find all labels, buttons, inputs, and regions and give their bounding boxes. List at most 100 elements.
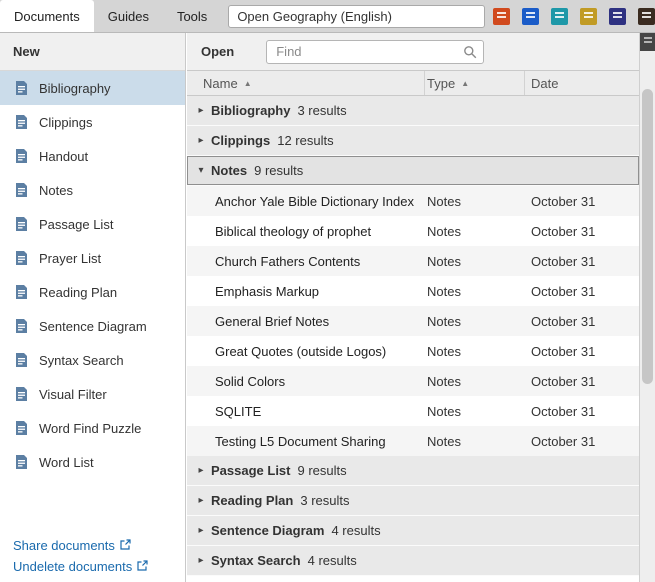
shortcut-icons	[493, 7, 655, 25]
clippings-icon	[14, 114, 29, 130]
shortcut-book-purple-icon[interactable]	[609, 7, 626, 25]
sidebar-item-bibliography[interactable]: Bibliography	[0, 71, 185, 105]
caret-collapsed-icon[interactable]: ▸	[194, 465, 208, 476]
document-type: Notes	[427, 283, 461, 299]
group-label: Reading Plan	[211, 493, 294, 508]
caret-collapsed-icon[interactable]: ▸	[194, 495, 208, 506]
column-name-label: Name	[203, 75, 238, 91]
sidebar-item-clippings[interactable]: Clippings	[0, 105, 185, 139]
column-header-type[interactable]: Type ▲	[425, 71, 525, 95]
sort-ascending-icon: ▲	[243, 78, 252, 88]
group-count: 4 results	[307, 553, 357, 568]
document-date: October 31	[531, 283, 596, 299]
caret-collapsed-icon[interactable]: ▸	[194, 525, 208, 536]
sidebar-item-sentence-diagram[interactable]: Sentence Diagram	[0, 309, 185, 343]
sidebar-item-label: Passage List	[39, 216, 114, 232]
sidebar-item-word-find-puzzle[interactable]: Word Find Puzzle	[0, 411, 185, 445]
document-row-church-fathers-contents[interactable]: Church Fathers Contents Notes October 31	[187, 246, 639, 276]
word-find-puzzle-icon	[14, 420, 29, 436]
tab-documents[interactable]: Documents	[0, 0, 94, 32]
sidebar-item-label: Prayer List	[39, 250, 102, 266]
group-row-reading-plan[interactable]: ▸ Reading Plan 3 results	[187, 486, 639, 516]
document-name: SQLITE	[215, 403, 262, 419]
sidebar-item-notes[interactable]: Notes	[0, 173, 185, 207]
group-label: Bibliography	[211, 103, 291, 118]
caret-collapsed-icon[interactable]: ▸	[194, 555, 208, 566]
visual-filter-icon	[14, 386, 29, 402]
caret-collapsed-icon[interactable]: ▸	[194, 135, 208, 146]
shortcut-book-orange-icon[interactable]	[493, 7, 510, 25]
shortcut-book-teal-icon[interactable]	[551, 7, 568, 25]
document-row-solid-colors[interactable]: Solid Colors Notes October 31	[187, 366, 639, 396]
document-row-testing-l5-document-sharing[interactable]: Testing L5 Document Sharing Notes October …	[187, 426, 639, 456]
document-row-great-quotes-outside-logos[interactable]: Great Quotes (outside Logos) Notes October…	[187, 336, 639, 366]
document-type: Notes	[427, 433, 461, 449]
sentence-diagram-icon	[14, 318, 29, 334]
tab-bar: Documents Guides Tools	[0, 0, 221, 32]
panel-menu-button[interactable]	[640, 33, 655, 51]
sidebar-item-passage-list[interactable]: Passage List	[0, 207, 185, 241]
document-date: October 31	[531, 343, 596, 359]
group-row-clippings[interactable]: ▸ Clippings 12 results	[187, 126, 639, 156]
column-date-label: Date	[531, 75, 559, 91]
tab-tools[interactable]: Tools	[163, 0, 221, 32]
caret-expanded-icon[interactable]: ▾	[194, 165, 208, 176]
document-row-anchor-yale-bible-dictionary-index[interactable]: Anchor Yale Bible Dictionary Index Notes O…	[187, 186, 639, 216]
group-row-passage-list[interactable]: ▸ Passage List 9 results	[187, 456, 639, 486]
external-link-icon	[120, 538, 131, 553]
sort-ascending-icon: ▲	[461, 78, 470, 88]
find-input[interactable]	[266, 39, 485, 64]
undelete-documents-link[interactable]: Undelete documents	[13, 559, 148, 574]
document-row-sqlite[interactable]: SQLITE Notes October 31	[187, 396, 639, 426]
document-type: Notes	[427, 223, 461, 239]
column-header-name[interactable]: Name ▲	[187, 71, 425, 95]
document-row-emphasis-markup[interactable]: Emphasis Markup Notes October 31	[187, 276, 639, 306]
sidebar-item-visual-filter[interactable]: Visual Filter	[0, 377, 185, 411]
sidebar-item-label: Visual Filter	[39, 386, 107, 402]
command-input[interactable]	[228, 4, 485, 28]
group-label: Sentence Diagram	[211, 523, 325, 538]
column-type-label: Type	[427, 75, 456, 91]
caret-collapsed-icon[interactable]: ▸	[194, 105, 208, 116]
group-row-notes[interactable]: ▾ Notes 9 results	[187, 156, 639, 186]
group-count: 9 results	[254, 163, 304, 178]
bibliography-icon	[14, 80, 29, 96]
vertical-scrollbar[interactable]	[640, 51, 655, 582]
sidebar-item-handout[interactable]: Handout	[0, 139, 185, 173]
sidebar-item-prayer-list[interactable]: Prayer List	[0, 241, 185, 275]
shortcut-book-gold-icon[interactable]	[580, 7, 597, 25]
document-date: October 31	[531, 313, 596, 329]
document-name: Testing L5 Document Sharing	[215, 433, 386, 449]
sidebar-item-syntax-search[interactable]: Syntax Search	[0, 343, 185, 377]
sidebar-header: New	[0, 33, 185, 71]
document-table: ▸ Bibliography 3 results ▸ Clippings 12 resul…	[187, 96, 639, 576]
group-count: 4 results	[331, 523, 381, 538]
share-documents-link[interactable]: Share documents	[13, 538, 148, 553]
syntax-search-icon	[14, 352, 29, 368]
tab-guides[interactable]: Guides	[94, 0, 163, 32]
document-date: October 31	[531, 193, 596, 209]
document-row-general-brief-notes[interactable]: General Brief Notes Notes October 31	[187, 306, 639, 336]
scrollbar-thumb[interactable]	[642, 89, 653, 384]
shortcut-book-blue-icon[interactable]	[522, 7, 539, 25]
sidebar-item-label: Word List	[39, 454, 94, 470]
document-row-biblical-theology-of-prophet[interactable]: Biblical theology of prophet Notes October…	[187, 216, 639, 246]
group-row-syntax-search[interactable]: ▸ Syntax Search 4 results	[187, 546, 639, 576]
group-row-sentence-diagram[interactable]: ▸ Sentence Diagram 4 results	[187, 516, 639, 546]
group-count: 3 results	[297, 103, 347, 118]
sidebar-item-reading-plan[interactable]: Reading Plan	[0, 275, 185, 309]
shortcut-book-dark-icon[interactable]	[638, 7, 655, 25]
document-date: October 31	[531, 373, 596, 389]
sidebar-item-word-list[interactable]: Word List	[0, 445, 185, 479]
document-type: Notes	[427, 313, 461, 329]
document-type: Notes	[427, 403, 461, 419]
group-label: Clippings	[211, 133, 271, 148]
sidebar-item-label: Notes	[39, 182, 73, 198]
undelete-documents-label: Undelete documents	[13, 559, 133, 574]
sidebar-item-label: Reading Plan	[39, 284, 118, 300]
document-date: October 31	[531, 223, 596, 239]
group-label: Passage List	[211, 463, 291, 478]
group-row-bibliography[interactable]: ▸ Bibliography 3 results	[187, 96, 639, 126]
column-header-date[interactable]: Date	[525, 71, 639, 95]
external-link-icon	[137, 559, 148, 574]
